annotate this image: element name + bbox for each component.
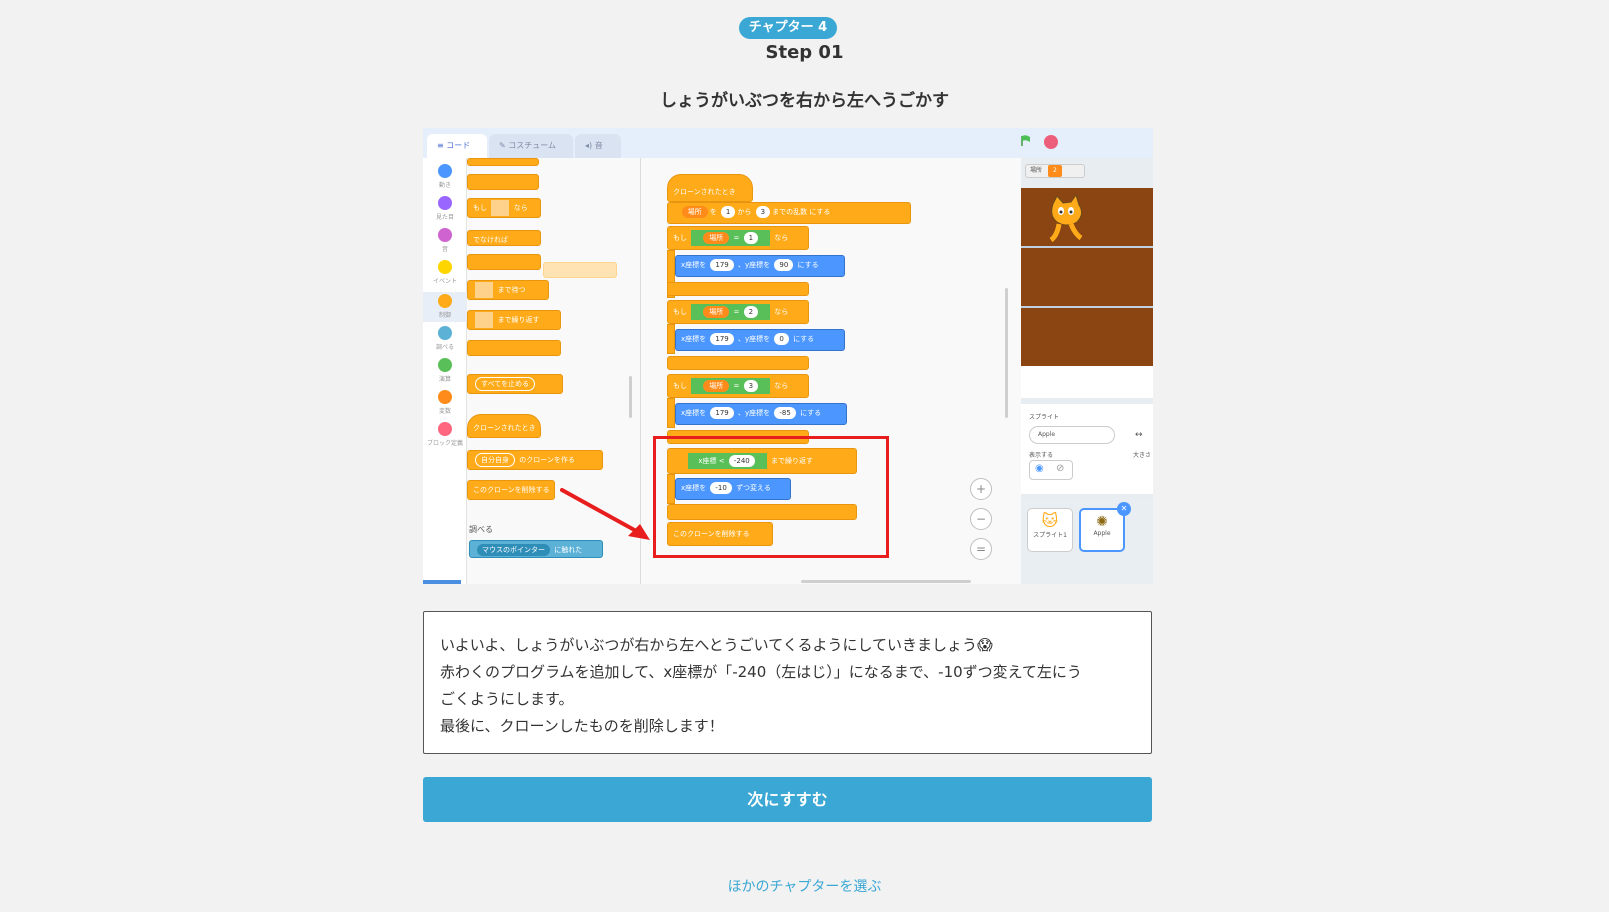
category-my-blocks: ブロック定義 (423, 422, 467, 447)
zoom-reset-icon: = (970, 538, 992, 560)
palette-block (467, 174, 539, 190)
goto-xy-block-1: x座標を 179 、y座標を 90 にする (675, 255, 845, 277)
code-scrollbar (1005, 288, 1008, 418)
category-sensing: 調べる (423, 326, 467, 351)
palette-delete-clone-block: このクローンを削除する (467, 480, 555, 500)
apple-thumb-icon: ✺ (1096, 514, 1108, 530)
category-variables: 変数 (423, 390, 467, 415)
sprite-info-panel: スプライト Apple ↔ 表示する 大きさ ◉ ⊘ (1021, 404, 1153, 494)
if-block-2-end (667, 356, 809, 370)
eye-icon: ◉ (1035, 463, 1044, 474)
visibility-toggle: ◉ ⊘ (1029, 460, 1073, 480)
palette-clone-hat-block: クローンされたとき (467, 414, 541, 438)
sprite-thumb: 🐱 スプライト1 (1027, 508, 1073, 552)
sprite-thumb-selected: ✺ Apple (1079, 508, 1125, 552)
goto-xy-block-2: x座標を 179 、y座標を 0 にする (675, 329, 845, 351)
category-control: 制御 (423, 292, 467, 322)
highlight-red-frame (653, 436, 889, 558)
trash-icon: ✕ (1117, 502, 1131, 516)
clone-hat-block: クローンされたとき (667, 174, 753, 202)
palette-stop-block: すべてを止める (467, 374, 563, 394)
category-events: イベント (423, 260, 467, 285)
category-looks: 見た目 (423, 196, 467, 221)
category-motion: 動き (423, 164, 467, 189)
palette-section-sensing: 調べる (469, 525, 493, 534)
code-icon: ≡ (437, 141, 447, 150)
palette-else-block: でなければ (467, 230, 541, 246)
red-arrow-icon (560, 488, 650, 540)
tab-costume: ✎ コスチューム (489, 134, 573, 158)
palette-if-block: もし なら (467, 198, 541, 218)
brush-icon: ✎ (499, 141, 509, 150)
category-operators: 演算 (423, 358, 467, 383)
instruction-line-3: ごくようにします。 (440, 690, 574, 708)
instruction-line-2: 赤わくのプログラムを追加して、x座標が「-240（左はじ）」になるまで、-10ず… (440, 663, 1082, 681)
palette-block (467, 158, 539, 166)
sprite-name-field: Apple (1029, 426, 1115, 444)
code-hscrollbar (801, 580, 971, 583)
if-block-2: もし 場所 = 2 なら (667, 300, 809, 324)
category-sound: 音 (423, 228, 467, 253)
choose-other-chapter-link[interactable]: ほかのチャプターを選ぶ (0, 876, 1609, 896)
stop-icon (1044, 135, 1058, 149)
variable-monitor: 場所 2 (1025, 164, 1085, 178)
cat-thumb-icon: 🐱 (1041, 511, 1059, 530)
green-flag-icon (1021, 135, 1030, 146)
if-block-3: もし 場所 = 3 なら (667, 374, 809, 398)
instruction-line-4: 最後に、クローンしたものを削除します！ (440, 717, 724, 735)
palette-repeat-until-block: まで繰り返す (467, 310, 561, 330)
zoom-in-icon: + (970, 478, 992, 500)
category-menu: 動き 見た目 音 イベント 制御 調べる 演算 変数 ブロック定義 (423, 158, 467, 584)
cat-sprite-icon (1049, 194, 1083, 243)
extension-button (423, 580, 461, 584)
stage-panel: 場所 2 スプライト Apple ↔ 表示する 大きさ ◉ ⊘ 🐱 スプライト1 ✺… (1021, 158, 1153, 584)
editor-topbar: ≡ コード ✎ コスチューム ◂) 音 (423, 128, 1153, 158)
if-block-1: もし 場所 = 1 なら (667, 226, 809, 250)
if-block-2-arm (667, 324, 675, 354)
sprite-list: 🐱 スプライト1 ✺ Apple ✕ (1021, 498, 1153, 584)
speaker-icon: ◂) (585, 141, 595, 150)
zoom-out-icon: − (970, 508, 992, 530)
eye-off-icon: ⊘ (1056, 463, 1065, 474)
palette-block (467, 254, 541, 270)
tab-sound: ◂) 音 (575, 134, 621, 158)
instruction-line-1: いよいよ、しょうがいぶつが右から左へとうごいてくるようにしていきましょう😱 (440, 636, 993, 654)
palette-drag-ghost (543, 262, 617, 278)
set-variable-block: 場所を 1 から 3 までの乱数 にする (667, 202, 911, 224)
instruction-text-box: いよいよ、しょうがいぶつが右から左へとうごいてくるようにしていきましょう😱 赤わ… (423, 611, 1152, 754)
palette-block (467, 340, 561, 356)
goto-xy-block-3: x座標を 179 、y座標を -85 にする (675, 403, 847, 425)
tab-code: ≡ コード (427, 134, 487, 158)
swap-arrows-icon: ↔ (1135, 430, 1143, 440)
chapter-badge: チャプター 4 (739, 17, 837, 39)
step-label: Step 01 (765, 42, 844, 63)
palette-scrollbar (629, 376, 632, 418)
palette-wait-until-block: まで待つ (467, 280, 549, 300)
if-block-1-end (667, 282, 809, 296)
if-block-3-arm (667, 398, 675, 428)
next-button[interactable]: 次にすすむ (423, 777, 1152, 822)
page-title: しょうがいぶつを右から左へうごかす (660, 91, 949, 111)
palette-create-clone-block: 自分自身 のクローンを作る (467, 450, 603, 470)
